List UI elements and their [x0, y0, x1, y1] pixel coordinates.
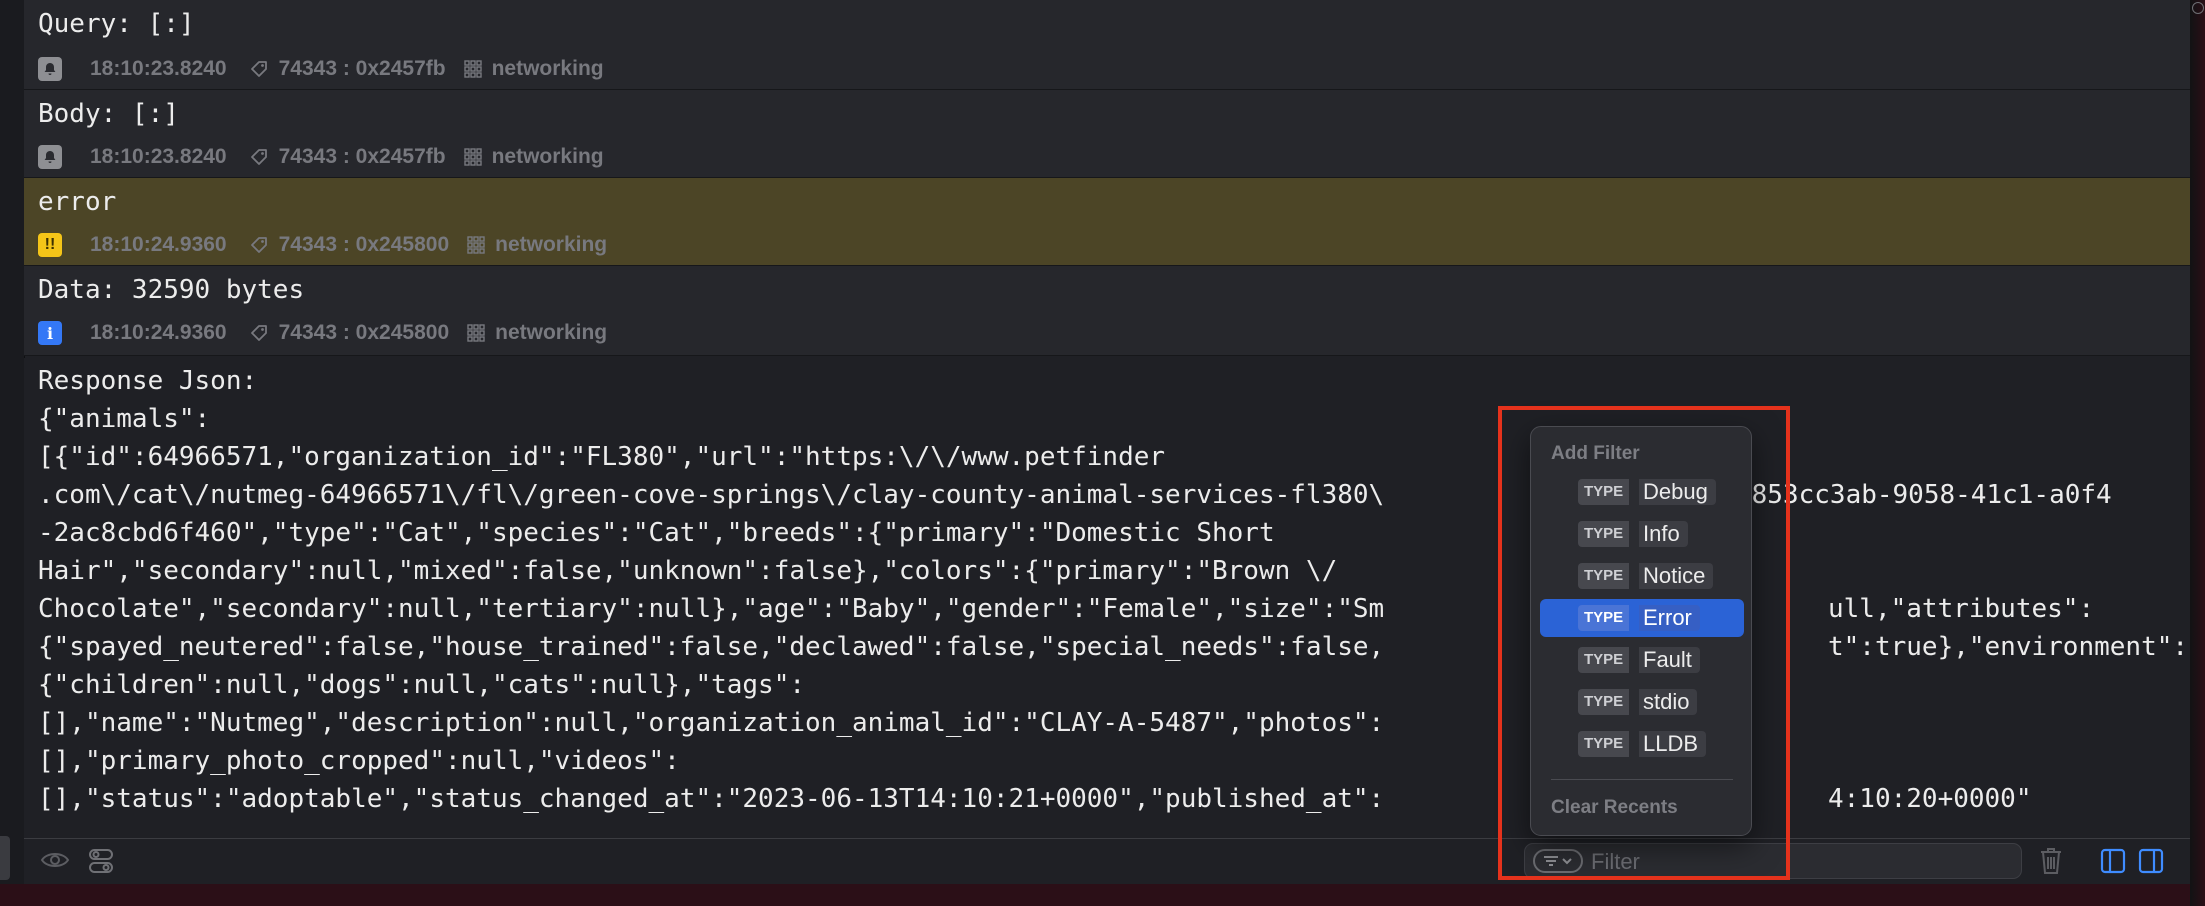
filter-menu-item-lldb[interactable]: TYPE LLDB: [1540, 725, 1744, 763]
json-line: [],"primary_photo_cropped":null,"videos"…: [38, 746, 680, 776]
process-thread: 74343 : 0x245800: [278, 233, 450, 256]
type-chip: TYPE: [1578, 689, 1630, 715]
filter-menu-item-fault[interactable]: TYPE Fault: [1540, 641, 1744, 679]
log-list[interactable]: Query: [:] 18:10:23.8240 74343 : 0x2457f…: [24, 0, 2190, 838]
menu-divider: [1551, 779, 1733, 780]
json-line: Chocolate","secondary":null,"tertiary":n…: [38, 594, 1385, 624]
category-grid-icon: [463, 148, 482, 166]
console-bottom-bar: [24, 838, 2190, 884]
timestamp: 18:10:23.8240: [90, 57, 227, 80]
type-chip: TYPE: [1578, 731, 1630, 757]
process-thread: 74343 : 0x2457fb: [278, 145, 446, 168]
timestamp: 18:10:23.8240: [90, 145, 227, 168]
log-message: Body: [:]: [38, 99, 179, 129]
log-message: Data: 32590 bytes: [38, 275, 305, 305]
json-line: [],"name":"Nutmeg","description":null,"o…: [38, 708, 1385, 738]
bell-icon: [38, 57, 62, 81]
json-line: .com\/cat\/nutmeg-64966571\/fl\/green-co…: [38, 480, 1385, 510]
json-line: Hair","secondary":null,"mixed":false,"un…: [38, 556, 1338, 586]
filter-options-button[interactable]: [1533, 849, 1583, 873]
type-value: stdio: [1639, 689, 1698, 715]
log-entry-error[interactable]: error !! 18:10:24.9360 74343 : 0x245800 …: [24, 178, 2190, 266]
json-line: -2ac8cbd6f460","type":"Cat","species":"C…: [38, 518, 1275, 548]
log-metadata: 18:10:23.8240 74343 : 0x2457fb networkin…: [38, 54, 604, 84]
json-line-fragment: ull,"attributes":: [1828, 594, 2095, 624]
filter-menu-item-debug[interactable]: TYPE Debug: [1540, 473, 1744, 511]
left-gutter: [0, 0, 25, 884]
filter-menu-item-notice[interactable]: TYPE Notice: [1540, 557, 1744, 595]
category-grid-icon: [467, 324, 485, 342]
type-chip: TYPE: [1578, 647, 1630, 673]
json-line: Response Json:: [38, 366, 258, 396]
category: networking: [491, 57, 604, 80]
type-value: Notice: [1639, 563, 1714, 589]
info-badge-icon: i: [38, 321, 62, 345]
json-line: [{"id":64966571,"organization_id":"FL380…: [38, 442, 1166, 472]
category: networking: [495, 233, 608, 256]
right-panel-toggle-icon[interactable]: [2138, 848, 2164, 874]
json-line: {"spayed_neutered":false,"house_trained"…: [38, 632, 1385, 662]
tag-icon: [249, 147, 269, 167]
console-window: Query: [:] 18:10:23.8240 74343 : 0x2457f…: [0, 0, 2191, 884]
add-filter-menu: Add Filter TYPE Debug TYPE Info TYPE Not…: [1530, 426, 1752, 836]
timestamp: 18:10:24.9360: [90, 321, 227, 344]
log-entry[interactable]: Data: 32590 bytes i 18:10:24.9360 74343 …: [24, 266, 2190, 356]
log-metadata: 18:10:23.8240 74343 : 0x2457fb networkin…: [38, 142, 604, 172]
error-badge-icon: !!: [38, 233, 62, 257]
log-metadata: !! 18:10:24.9360 74343 : 0x245800 networ…: [38, 230, 607, 260]
filter-menu-item-stdio[interactable]: TYPE stdio: [1540, 683, 1744, 721]
bell-icon: [38, 145, 62, 169]
type-chip: TYPE: [1578, 605, 1630, 631]
clear-recents-item[interactable]: Clear Recents: [1551, 797, 1678, 819]
type-value: Debug: [1639, 479, 1716, 505]
filter-menu-item-error[interactable]: TYPE Error: [1540, 599, 1744, 637]
type-chip: TYPE: [1578, 479, 1630, 505]
filter-input[interactable]: [1589, 846, 2013, 878]
timestamp: 18:10:24.9360: [90, 233, 227, 256]
category-grid-icon: [467, 236, 485, 254]
filter-menu-item-info[interactable]: TYPE Info: [1540, 515, 1744, 553]
log-entry[interactable]: Query: [:] 18:10:23.8240 74343 : 0x2457f…: [24, 0, 2190, 90]
trash-icon[interactable]: [2040, 847, 2062, 875]
eye-icon[interactable]: [40, 847, 70, 873]
process-thread: 74343 : 0x245800: [278, 321, 450, 344]
window-edge: [2190, 0, 2205, 906]
category: networking: [495, 321, 608, 344]
menu-heading: Add Filter: [1551, 443, 1640, 464]
json-line-fragment: 4:10:20+0000": [1828, 784, 2032, 814]
json-line-fragment: t":true},"environment":: [1828, 632, 2189, 662]
type-chip: TYPE: [1578, 563, 1630, 589]
log-message: Query: [:]: [38, 9, 195, 39]
type-value: Fault: [1639, 647, 1700, 673]
log-message: error: [38, 187, 117, 217]
category: networking: [491, 145, 604, 168]
log-entry-response-json[interactable]: Response Json: {"animals": [{"id":649665…: [24, 358, 2190, 838]
edge-knob-icon: [2192, 2, 2204, 14]
type-value: LLDB: [1639, 731, 1707, 757]
log-entry[interactable]: Body: [:] 18:10:23.8240 74343 : 0x2457fb…: [24, 90, 2190, 178]
json-line: {"children":null,"dogs":null,"cats":null…: [38, 670, 806, 700]
filter-field: [1524, 843, 2022, 879]
type-value: Info: [1639, 521, 1688, 547]
options-toggle-icon[interactable]: [88, 847, 114, 875]
category-grid-icon: [463, 60, 482, 78]
tag-icon: [249, 323, 269, 343]
tag-icon: [249, 235, 269, 255]
process-thread: 74343 : 0x2457fb: [278, 57, 446, 80]
type-value: Error: [1639, 605, 1700, 631]
type-chip: TYPE: [1578, 521, 1630, 547]
json-line: {"animals":: [38, 404, 211, 434]
tag-icon: [249, 59, 269, 79]
left-panel-toggle-icon[interactable]: [2100, 848, 2126, 874]
json-line-fragment: =853cc3ab-9058-41c1-a0f4: [1736, 480, 2112, 510]
log-metadata: i 18:10:24.9360 74343 : 0x245800 network…: [38, 318, 607, 348]
json-line: [],"status":"adoptable","status_changed_…: [38, 784, 1385, 814]
sidebar-handle[interactable]: [0, 836, 10, 880]
